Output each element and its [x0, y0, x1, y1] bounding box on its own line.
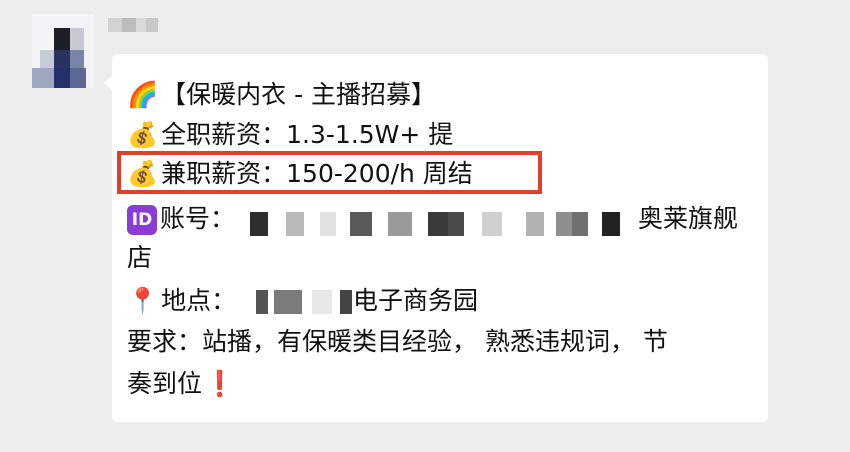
location-tail: 电子商务园	[353, 286, 479, 315]
location-label: 地点：	[161, 286, 237, 315]
account-tail: 奥莱旗舰	[638, 204, 739, 233]
sender-name	[108, 14, 160, 36]
account-label: 账号：	[160, 204, 236, 233]
fulltime-salary-line: 💰 全职薪资：1.3-1.5W+ 提	[127, 116, 453, 154]
account-wrap-line: 店	[127, 239, 152, 277]
redacted-location	[256, 290, 356, 314]
requirement-line-1: 要求：站播，有保暖类目经验， 熟悉违规词， 节	[127, 323, 668, 361]
requirement-text-2: 奏到位	[127, 369, 203, 398]
rainbow-icon: 🌈	[127, 80, 159, 109]
exclamation-mark-icon: ❗	[204, 369, 236, 398]
redacted-account-name	[250, 212, 622, 236]
account-wrap-text: 店	[127, 243, 153, 272]
sender-avatar[interactable]	[32, 14, 94, 88]
requirement-text-1: 要求：站播，有保暖类目经验， 熟悉违规词， 节	[127, 327, 668, 356]
requirement-line-2: 奏到位❗	[127, 365, 238, 403]
round-pushpin-icon: 📍	[127, 286, 159, 315]
fulltime-salary-text: 全职薪资：1.3-1.5W+ 提	[161, 120, 454, 149]
title-line: 🌈 【保暖内衣 - 主播招募】	[127, 76, 436, 114]
money-bag-icon: 💰	[127, 120, 159, 149]
id-badge-icon: ID	[127, 205, 157, 235]
title-text: 【保暖内衣 - 主播招募】	[161, 80, 437, 109]
highlight-box	[117, 151, 542, 194]
